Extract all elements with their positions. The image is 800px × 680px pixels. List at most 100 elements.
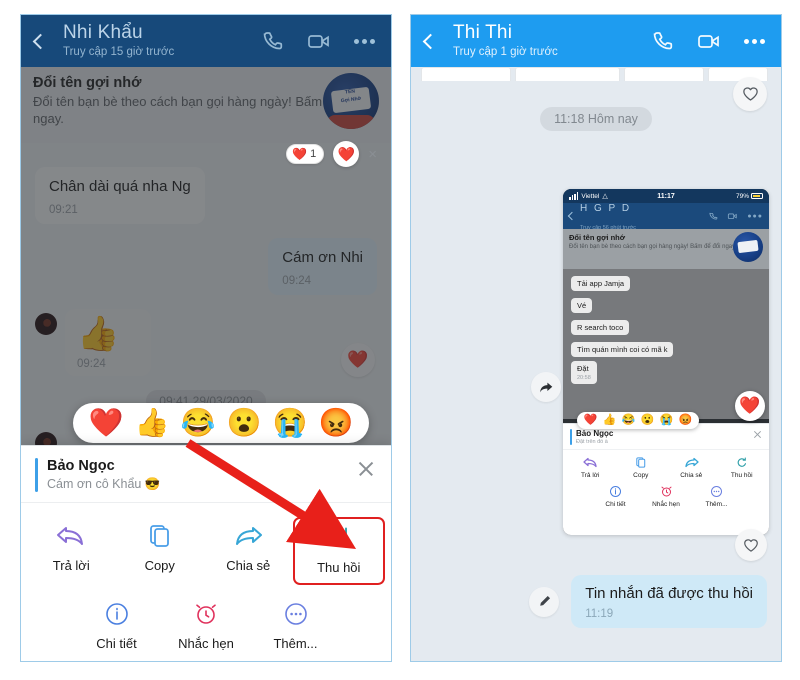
- favorite-button-2[interactable]: [735, 529, 767, 561]
- reaction-emoji: ❤️: [292, 147, 308, 161]
- action-label: Copy: [144, 558, 175, 573]
- message-row: Cám ơn Nhi 09:24: [21, 237, 391, 295]
- reaction-count-pill[interactable]: ❤️ 1: [286, 144, 325, 164]
- info-icon: [105, 603, 128, 625]
- action-label: Thêm...: [273, 636, 318, 651]
- recall-icon: [329, 527, 348, 547]
- contact-status: Truy cập 1 giờ trước: [453, 46, 558, 59]
- sticker-bubble[interactable]: 👍 09:24: [65, 308, 151, 376]
- reaction-count: 1: [310, 148, 317, 160]
- message-time: 09:24: [282, 274, 312, 287]
- message-bubble[interactable]: Chân dài quá nha Ng 09:21: [35, 167, 205, 224]
- action-reminder[interactable]: Nhắc hẹn: [161, 595, 251, 659]
- favorite-heart-button[interactable]: ❤️: [341, 342, 375, 377]
- message-text: Cám ơn Nhi: [282, 248, 363, 266]
- video-icon[interactable]: [696, 29, 722, 53]
- forward-icon: [540, 382, 553, 392]
- screenshot-root: Nhi Khẩu Truy cập 15 giờ trước Đổi tên g…: [0, 0, 800, 680]
- nested-message-bubble: Vé: [571, 298, 593, 313]
- message-bubble[interactable]: Cám ơn Nhi 09:24: [268, 237, 377, 295]
- more-icon[interactable]: [354, 38, 375, 44]
- nested-chat-header: H G P D Truy cập 56 phút trước ●●●: [563, 203, 769, 231]
- nested-action-share: Chia sẻ: [666, 456, 717, 479]
- contact-name: Nhi Khẩu: [63, 22, 143, 44]
- close-icon[interactable]: ×: [368, 147, 377, 162]
- recall-icon: [737, 457, 746, 467]
- nested-message-row: Tìm quán mình coi có mã k: [563, 339, 769, 357]
- recalled-message-bubble[interactable]: Tin nhắn đã được thu hồi 11:19: [571, 575, 767, 628]
- reaction-cry-icon: 😭: [659, 414, 674, 426]
- phone-icon[interactable]: [650, 29, 674, 53]
- quoted-sender-name: Bảo Ngọc: [47, 458, 115, 474]
- contact-status: Truy cập 15 giờ trước: [63, 46, 175, 59]
- nested-message-row: Tải app Jamja: [563, 273, 769, 291]
- nested-message-row: R search toco: [563, 317, 769, 335]
- reaction-heart-button[interactable]: ❤️: [333, 141, 360, 167]
- action-label: Chi tiết: [96, 636, 137, 651]
- reaction-thumbsup-icon[interactable]: 👍: [129, 409, 175, 437]
- nested-action-recall: Thu hồi: [717, 456, 768, 479]
- nested-action-label: Copy: [633, 472, 649, 479]
- nested-reaction-picker: ❤️ 👍 😂 😮 😭 😡: [577, 412, 699, 429]
- action-recall[interactable]: Thu hồi: [292, 517, 385, 585]
- close-icon: [753, 430, 762, 439]
- more-icon: [711, 486, 722, 497]
- reaction-laugh-icon[interactable]: 😂: [175, 409, 221, 437]
- reaction-heart-icon[interactable]: ❤️: [83, 409, 129, 437]
- share-icon: [685, 457, 699, 468]
- back-button[interactable]: [21, 33, 59, 49]
- copy-icon: [149, 525, 169, 547]
- action-label: Trả lời: [52, 558, 90, 573]
- action-details[interactable]: Chi tiết: [72, 595, 162, 659]
- phone-icon[interactable]: [260, 29, 284, 53]
- nested-contact-name: H G P D: [580, 203, 632, 214]
- close-icon[interactable]: [357, 460, 375, 478]
- back-button[interactable]: [411, 33, 449, 49]
- nested-action-row-secondary: Chi tiết Nhắc hẹn Thêm...: [563, 479, 769, 508]
- favorite-button[interactable]: [733, 77, 767, 111]
- nested-chat-body: Tải app Jamja Vé R search toco Tìm quán …: [563, 269, 769, 429]
- video-icon[interactable]: [306, 29, 332, 53]
- reply-icon: [57, 527, 84, 545]
- message-row: Chân dài quá nha Ng 09:21: [21, 167, 391, 224]
- heart-outline-icon: [744, 538, 758, 552]
- copy-icon: [636, 457, 645, 468]
- nested-action-label: Chia sẻ: [680, 472, 703, 479]
- action-more[interactable]: Thêm...: [251, 595, 341, 659]
- nested-action-label: Thêm...: [705, 501, 728, 508]
- action-copy[interactable]: Copy: [116, 517, 205, 585]
- nested-action-copy: Copy: [616, 456, 667, 479]
- pencil-icon: [539, 595, 550, 606]
- forward-button[interactable]: [531, 372, 561, 402]
- nested-action-label: Nhắc hẹn: [652, 501, 680, 508]
- action-label: Chia sẻ: [226, 558, 271, 573]
- message-action-sheet: Bảo Ngọc Cám ơn cô Khẩu 😎 Trả lời Copy C…: [21, 445, 391, 661]
- nested-action-label: Chi tiết: [605, 501, 626, 508]
- nested-action-more: Thêm...: [691, 485, 742, 508]
- nested-action-row-primary: Trả lời Copy Chia sẻ Thu hồi: [563, 450, 769, 479]
- heart-icon: ❤️: [337, 145, 355, 162]
- phone-icon: [709, 212, 718, 220]
- day-separator-label: 11:18 Hôm nay: [540, 107, 652, 131]
- nested-message-text: Đặt: [577, 364, 589, 373]
- reaction-laugh-icon: 😂: [621, 414, 636, 426]
- reaction-wow-icon: 😮: [640, 414, 655, 426]
- share-icon: [236, 527, 263, 545]
- reaction-cry-icon[interactable]: 😭: [267, 409, 313, 437]
- message-text: Chân dài quá nha Ng: [49, 178, 191, 195]
- reaction-wow-icon[interactable]: 😮: [221, 409, 267, 437]
- nested-action-label: Thu hồi: [730, 472, 753, 479]
- action-share[interactable]: Chia sẻ: [204, 517, 293, 585]
- promo-logo-icon: TÊN Gợi Nhớ: [323, 73, 379, 129]
- heart-icon: ❤️: [347, 349, 369, 369]
- nested-screenshot-message[interactable]: Viettel △ 11:17 79% H G P D Truy cập 56 …: [563, 189, 769, 535]
- edit-button[interactable]: [529, 586, 560, 617]
- nested-quoted-snippet: Đặt trên đó à: [576, 439, 608, 445]
- rename-promo-banner[interactable]: Đổi tên gợi nhớ Đổi tên bạn bè theo cách…: [21, 67, 391, 143]
- nested-promo-logo-icon: [733, 232, 763, 262]
- nested-action-label: Trả lời: [581, 472, 600, 479]
- action-reply[interactable]: Trả lời: [27, 517, 116, 585]
- reaction-picker-bar[interactable]: ❤️ 👍 😂 😮 😭 😡: [73, 403, 369, 443]
- reaction-angry-icon[interactable]: 😡: [313, 409, 359, 437]
- more-icon[interactable]: [744, 38, 765, 44]
